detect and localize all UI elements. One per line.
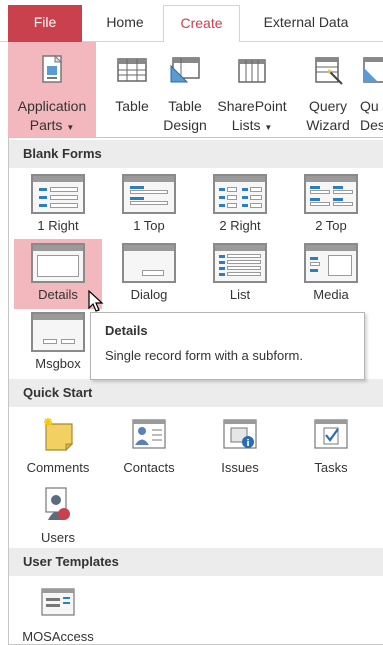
svg-text:i: i [246, 439, 249, 449]
form-2-top-icon [304, 174, 358, 214]
gallery-item-tasks[interactable]: Tasks [287, 412, 375, 482]
gallery-item-list[interactable]: List [196, 239, 284, 309]
form-media-icon [304, 243, 358, 283]
gallery-item-label: Tasks [314, 460, 348, 475]
query-design-label-2: Des [360, 117, 383, 133]
gallery-item-msgbox[interactable]: Msgbox [14, 308, 102, 378]
query-wizard-label-2: Wizard [306, 117, 350, 133]
application-parts-gallery: Blank Forms 1 Right 1 Top 2 Right 2 Top … [8, 137, 383, 645]
gallery-item-2-right[interactable]: 2 Right [196, 170, 284, 240]
tab-create[interactable]: Create [163, 5, 240, 43]
form-1-top-icon [122, 174, 176, 214]
gallery-item-mosaccess[interactable]: MOSAccess [14, 581, 102, 645]
gallery-item-comments[interactable]: Comments [14, 412, 102, 482]
sharepoint-lists-label: SharePoint [217, 98, 287, 114]
form-2-right-icon [213, 174, 267, 214]
query-design-icon [363, 57, 383, 83]
query-wizard-button[interactable]: Query Wizard [300, 42, 356, 137]
comments-icon [44, 418, 74, 452]
table-label: Table [115, 98, 149, 114]
sharepoint-lists-label-2: Lists [231, 117, 261, 133]
tooltip-title: Details [105, 323, 148, 338]
gallery-item-label: Users [41, 530, 75, 545]
gallery-item-issues[interactable]: i Issues [196, 412, 284, 482]
form-details-icon [31, 243, 85, 283]
gallery-item-2-top[interactable]: 2 Top [287, 170, 375, 240]
form-1-right-icon [31, 174, 85, 214]
gallery-item-label: Media [313, 287, 349, 302]
query-design-label: Qu [360, 98, 379, 114]
tab-home[interactable]: Home [90, 5, 160, 42]
tooltip: Details Single record form with a subfor… [90, 312, 365, 380]
table-design-label: Table [168, 98, 202, 114]
query-design-button[interactable]: Qu Des [358, 42, 383, 137]
application-parts-icon [42, 54, 63, 83]
gallery-item-dialog[interactable]: Dialog [105, 239, 193, 309]
application-parts-button[interactable]: Application Parts ▼ [8, 42, 96, 137]
form-dialog-icon [122, 243, 176, 283]
ribbon-tab-strip: File Home Create External Data [0, 0, 383, 43]
tab-external-data[interactable]: External Data [246, 5, 366, 42]
issues-icon: i [223, 419, 257, 449]
gallery-item-users[interactable]: Users [14, 482, 102, 552]
dropdown-arrow-icon: ▼ [264, 123, 273, 132]
form-list-icon [213, 243, 267, 283]
gallery-item-label: 2 Top [315, 218, 347, 233]
dropdown-arrow-icon: ▼ [66, 123, 75, 132]
tab-file[interactable]: File [8, 5, 82, 42]
gallery-item-1-top[interactable]: 1 Top [105, 170, 193, 240]
section-header-quick-start: Quick Start [9, 379, 383, 407]
contacts-icon [132, 419, 166, 449]
form-template-icon [41, 588, 75, 616]
mouse-cursor-icon [88, 290, 104, 312]
gallery-item-contacts[interactable]: Contacts [105, 412, 193, 482]
table-button[interactable]: Table [104, 42, 160, 137]
tasks-icon [314, 419, 348, 449]
table-design-button[interactable]: Table Design [160, 42, 210, 137]
sharepoint-lists-icon [238, 59, 266, 83]
application-parts-label: Application [17, 98, 87, 114]
query-wizard-label: Query [308, 98, 348, 114]
gallery-item-label: MOSAccess [22, 629, 94, 644]
section-header-blank-forms: Blank Forms [9, 140, 383, 168]
users-icon [45, 487, 70, 520]
table-design-icon [170, 57, 200, 83]
gallery-item-1-right[interactable]: 1 Right [14, 170, 102, 240]
gallery-item-media[interactable]: Media [287, 239, 375, 309]
query-wizard-icon [315, 57, 343, 85]
form-msgbox-icon [31, 312, 85, 352]
ribbon: Application Parts ▼ Table Table Design S… [0, 42, 383, 137]
table-design-label-2: Design [163, 117, 207, 133]
table-icon [117, 58, 147, 82]
section-header-user-templates: User Templates [9, 548, 383, 576]
application-parts-label-2: Parts [29, 117, 63, 133]
sharepoint-lists-button[interactable]: SharePoint Lists ▼ [212, 42, 292, 137]
tooltip-description: Single record form with a subform. [105, 348, 303, 363]
